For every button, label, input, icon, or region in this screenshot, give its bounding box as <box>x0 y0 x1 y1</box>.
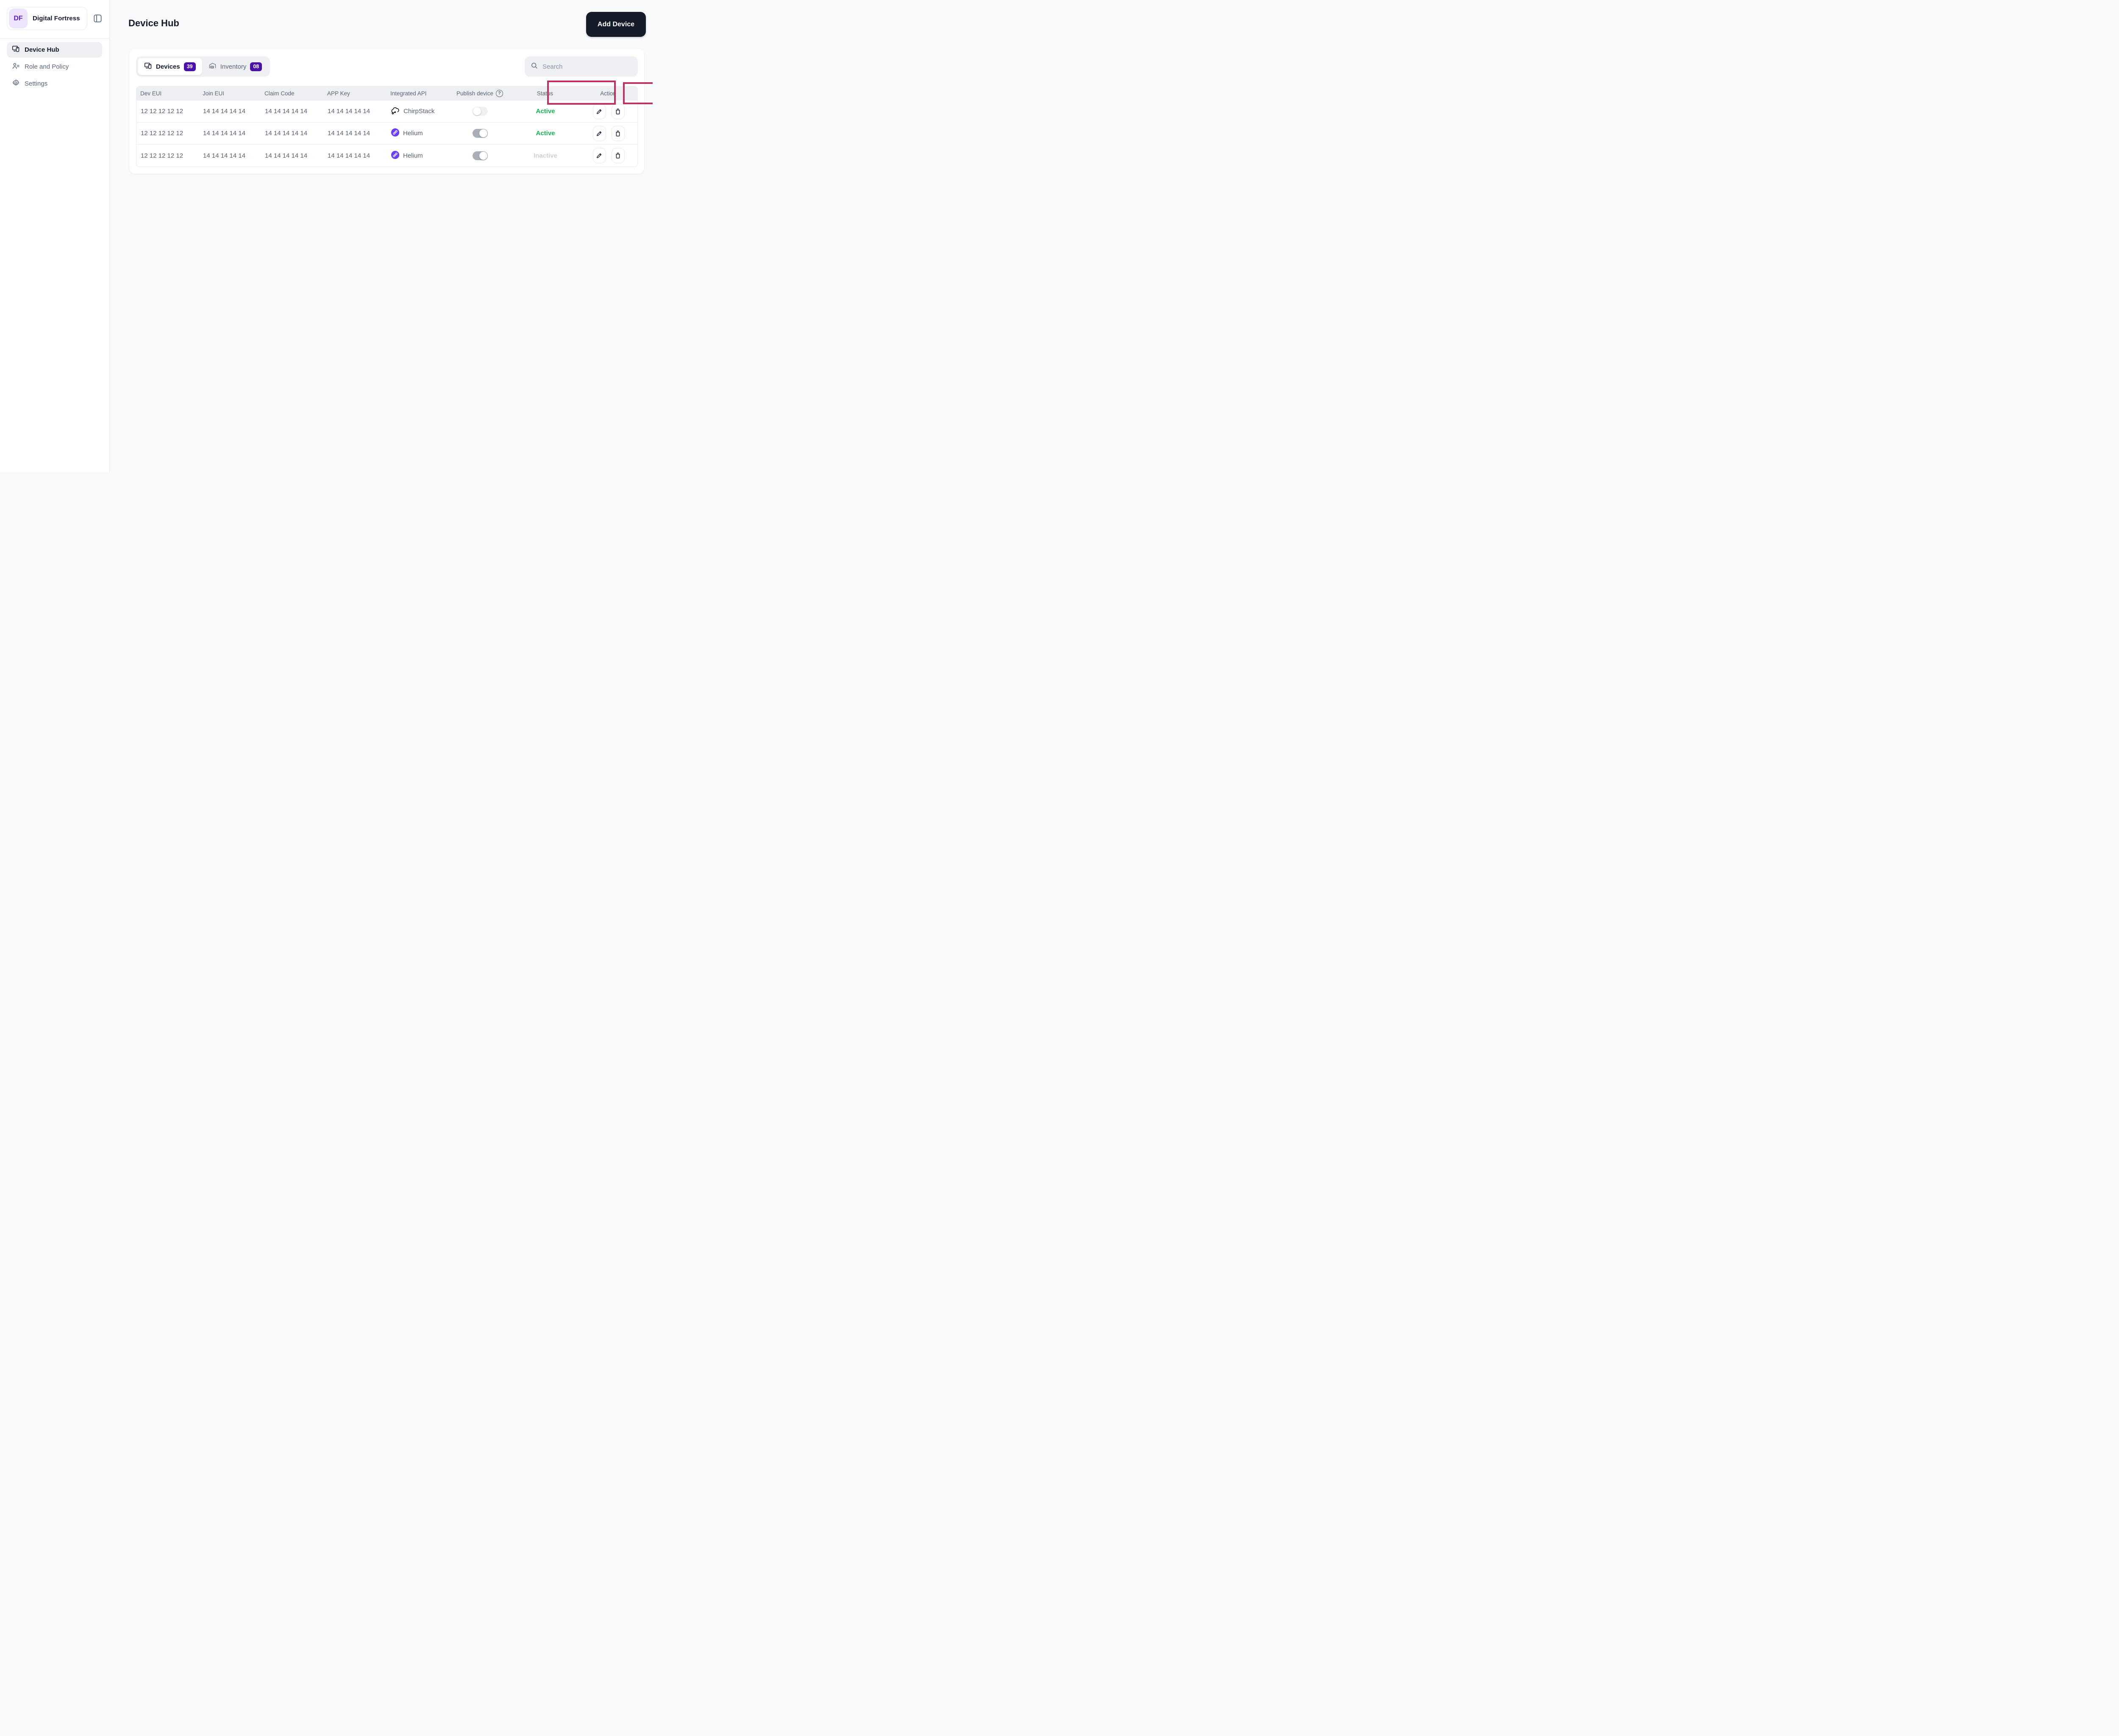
delete-button[interactable] <box>611 125 625 141</box>
workspace-name: Digital Fortress <box>33 15 80 22</box>
cell-action <box>579 125 638 141</box>
add-device-button[interactable]: Add Device <box>586 12 646 37</box>
toggle-knob <box>479 129 487 137</box>
column-header-claim-code: Claim Code <box>264 90 295 97</box>
devices-card: Devices 39 Inventory 08 Search Dev EUI J… <box>129 49 644 174</box>
delete-button[interactable] <box>611 103 625 119</box>
cell-action <box>579 148 638 163</box>
cell-status: Active <box>512 108 579 115</box>
column-header-status: Status <box>537 90 553 97</box>
workspace-avatar: DF <box>9 8 28 28</box>
devices-icon <box>12 45 20 55</box>
tab-inventory[interactable]: Inventory 08 <box>202 58 269 75</box>
column-header-label: Publish device <box>456 90 494 97</box>
tab-devices[interactable]: Devices 39 <box>138 58 202 75</box>
integrated-api-name: ChirpStack <box>403 108 435 115</box>
table-header-row: Dev EUI Join EUI Claim Code APP Key Inte… <box>136 86 638 100</box>
tab-bar: Devices 39 Inventory 08 <box>136 56 270 77</box>
helium-logo <box>391 128 400 139</box>
sidebar-item-label: Role and Policy <box>25 63 69 70</box>
inventory-icon <box>209 62 217 72</box>
cell-app-key: 14 14 14 14 14 <box>328 108 370 115</box>
toggle-knob <box>479 151 487 160</box>
main-content: Device Hub Add Device Devices 39 Invento… <box>110 0 653 473</box>
cell-integrated-api: Helium <box>387 150 448 161</box>
cell-app-key: 14 14 14 14 14 <box>328 152 370 159</box>
cell-status: Inactive <box>512 152 579 159</box>
cell-integrated-api: ChirpStack <box>387 106 448 117</box>
page-title: Device Hub <box>128 18 179 28</box>
search-box[interactable] <box>525 56 638 77</box>
cell-action <box>579 103 638 119</box>
devices-count-badge: 39 <box>184 62 196 71</box>
sidebar-divider <box>0 38 110 39</box>
cell-integrated-api: Helium <box>387 128 448 139</box>
settings-icon <box>12 79 20 89</box>
role-policy-icon <box>12 62 20 72</box>
status-badge: Inactive <box>534 152 557 159</box>
edit-button[interactable] <box>592 103 606 119</box>
chirpstack-logo <box>391 106 400 117</box>
cell-publish-device <box>448 129 512 138</box>
publish-device-toggle[interactable] <box>473 151 488 160</box>
device-hub-page: DF Digital Fortress Device Hub Role and … <box>0 0 653 473</box>
cell-app-key: 14 14 14 14 14 <box>328 130 370 137</box>
workspace-logo-card[interactable]: DF Digital Fortress <box>7 7 87 30</box>
cell-claim-code: 14 14 14 14 14 <box>265 130 308 137</box>
cell-join-eui: 14 14 14 14 14 <box>203 130 246 137</box>
column-header-action: Action <box>600 90 616 97</box>
search-icon <box>531 62 538 72</box>
publish-device-toggle[interactable] <box>473 107 488 116</box>
sidebar-collapse-icon[interactable] <box>93 14 102 23</box>
cell-dev-eui: 12 12 12 12 12 <box>141 152 184 159</box>
integrated-api-name: Helium <box>403 152 423 159</box>
integrated-api-name: Helium <box>403 130 423 137</box>
tab-label: Inventory <box>220 63 247 70</box>
column-header-join-eui: Join EUI <box>203 90 225 97</box>
delete-button[interactable] <box>611 148 625 163</box>
column-header-dev-eui: Dev EUI <box>140 90 162 97</box>
cell-join-eui: 14 14 14 14 14 <box>203 108 246 115</box>
status-badge: Active <box>536 108 555 115</box>
devices-table: Dev EUI Join EUI Claim Code APP Key Inte… <box>136 86 638 167</box>
sidebar-nav: Device Hub Role and Policy Settings <box>7 42 102 92</box>
table-body: 12 12 12 12 12 14 14 14 14 14 14 14 14 1… <box>136 100 638 167</box>
cell-status: Active <box>512 130 579 137</box>
cell-publish-device <box>448 107 512 116</box>
cell-claim-code: 14 14 14 14 14 <box>265 108 308 115</box>
edit-button[interactable] <box>592 125 606 141</box>
column-header-integrated-api: Integrated API <box>390 90 427 97</box>
search-input[interactable] <box>542 63 627 70</box>
column-header-app-key: APP Key <box>327 90 350 97</box>
table-row: 12 12 12 12 12 14 14 14 14 14 14 14 14 1… <box>136 145 637 167</box>
status-badge: Active <box>536 130 555 137</box>
helium-logo <box>391 150 400 161</box>
tab-label: Devices <box>156 63 180 70</box>
cell-dev-eui: 12 12 12 12 12 <box>141 130 184 137</box>
devices-icon <box>144 62 152 72</box>
table-row: 12 12 12 12 12 14 14 14 14 14 14 14 14 1… <box>136 122 637 145</box>
column-header-publish-device: Publish device ? <box>448 89 512 97</box>
cell-claim-code: 14 14 14 14 14 <box>265 152 308 159</box>
cell-publish-device <box>448 151 512 160</box>
toggle-knob <box>473 107 481 115</box>
sidebar: DF Digital Fortress Device Hub Role and … <box>0 0 110 473</box>
sidebar-item-settings[interactable]: Settings <box>7 76 102 92</box>
publish-device-toggle[interactable] <box>473 129 488 138</box>
edit-button[interactable] <box>592 148 606 163</box>
sidebar-item-label: Settings <box>25 80 48 87</box>
table-row: 12 12 12 12 12 14 14 14 14 14 14 14 14 1… <box>136 100 637 122</box>
sidebar-item-role-and-policy[interactable]: Role and Policy <box>7 59 102 75</box>
sidebar-item-label: Device Hub <box>25 46 59 53</box>
cell-dev-eui: 12 12 12 12 12 <box>141 108 184 115</box>
help-icon[interactable]: ? <box>496 89 503 97</box>
sidebar-item-device-hub[interactable]: Device Hub <box>7 42 102 58</box>
cell-join-eui: 14 14 14 14 14 <box>203 152 246 159</box>
inventory-count-badge: 08 <box>250 62 262 71</box>
